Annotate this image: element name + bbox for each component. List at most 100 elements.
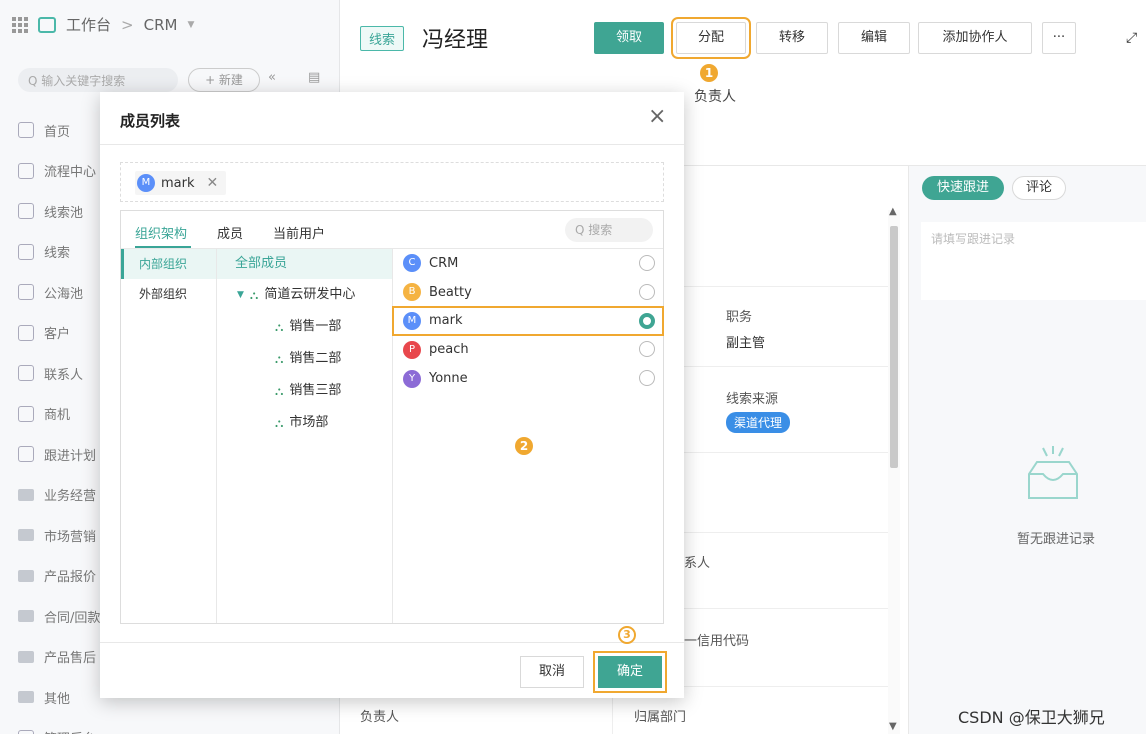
sidebar-item[interactable]: 流程中心 bbox=[18, 151, 102, 192]
active-tab-indicator bbox=[135, 246, 191, 248]
tab-icon[interactable]: ▤ bbox=[308, 70, 320, 85]
sidebar-item-label: 联系人 bbox=[44, 367, 84, 383]
transfer-button[interactable]: 转移 bbox=[756, 22, 828, 54]
tree-node[interactable]: ⛬ 销售二部 bbox=[217, 343, 392, 375]
folder-icon bbox=[18, 650, 34, 663]
position-value: 副主管 bbox=[726, 336, 766, 351]
assign-button[interactable]: 分配 bbox=[671, 17, 751, 59]
sidebar-item-label: 市场营销 bbox=[44, 529, 97, 545]
tree-node[interactable]: ⛬ 市场部 bbox=[217, 407, 392, 439]
sidebar-item[interactable]: 线索池 bbox=[18, 191, 102, 232]
record-title: 冯经理 bbox=[422, 28, 489, 53]
more-button[interactable]: ··· bbox=[1042, 22, 1076, 54]
workspace-label[interactable]: 工作台 bbox=[66, 14, 111, 35]
sidebar-item[interactable]: 业务经营 bbox=[18, 475, 102, 516]
picker-tabs: 组织架构 成员 当前用户 Q 搜索 bbox=[121, 211, 663, 249]
member-row[interactable]: Y Yonne bbox=[393, 364, 663, 393]
avatar: B bbox=[403, 283, 421, 302]
sidebar-item-label: 产品售后 bbox=[44, 651, 97, 667]
tab-members[interactable]: 成员 bbox=[217, 223, 243, 242]
edit-button[interactable]: 编辑 bbox=[838, 22, 910, 54]
cancel-button[interactable]: 取消 bbox=[520, 656, 584, 688]
sidebar-item-label: 首页 bbox=[44, 124, 71, 140]
sidebar-item[interactable]: 客户 bbox=[18, 313, 102, 354]
credit-code-label: 一信用代码 bbox=[684, 634, 750, 649]
member-radio[interactable] bbox=[639, 341, 655, 358]
workspace-breadcrumb: 工作台 > CRM ▼ bbox=[12, 14, 194, 35]
sidebar-item[interactable]: 联系人 bbox=[18, 353, 102, 394]
close-icon[interactable]: × bbox=[648, 106, 666, 128]
scroll-up-icon[interactable]: ▲ bbox=[889, 206, 897, 217]
remove-chip-icon[interactable]: ✕ bbox=[207, 175, 219, 191]
sidebar-item-label: 业务经营 bbox=[44, 489, 97, 505]
sidebar-item-label: 线索 bbox=[44, 246, 71, 262]
member-row[interactable]: Mmark bbox=[392, 305, 664, 337]
member-row[interactable]: C CRM bbox=[393, 249, 663, 278]
all-members-item[interactable]: 全部成员 bbox=[217, 249, 392, 279]
member-radio[interactable] bbox=[639, 283, 655, 300]
chevron-down-icon[interactable]: ▼ bbox=[187, 20, 194, 30]
empty-state-text: 暂无跟进记录 bbox=[1017, 532, 1096, 547]
sidebar-item-label: 公海池 bbox=[44, 286, 84, 302]
source-label: 线索来源 bbox=[726, 392, 779, 407]
tree-root[interactable]: ▼ ⛬ 简道云研发中心 bbox=[217, 279, 392, 311]
sidebar-item[interactable]: 管理后台 bbox=[18, 718, 102, 734]
member-row[interactable]: B Beatty bbox=[393, 278, 663, 307]
sidebar-item-label: 管理后台 bbox=[44, 728, 96, 734]
sidebar-item[interactable]: 线索 bbox=[18, 232, 102, 273]
confirm-button[interactable]: 确定 bbox=[593, 651, 667, 693]
tree-node[interactable]: ⛬ 销售一部 bbox=[217, 311, 392, 343]
org-type-internal[interactable]: 内部组织 bbox=[121, 249, 216, 279]
avatar: M bbox=[403, 311, 421, 330]
folder-icon bbox=[18, 488, 34, 501]
member-name: Beatty bbox=[429, 284, 472, 300]
module-label[interactable]: CRM bbox=[144, 16, 178, 34]
avatar: M bbox=[137, 174, 155, 192]
expand-icon[interactable]: ⤢ bbox=[1126, 30, 1137, 46]
detail-scrollbar[interactable]: ▲ ▼ bbox=[888, 206, 900, 734]
sidebar-item[interactable]: 跟进计划 bbox=[18, 434, 102, 475]
collapse-sidebar-icon[interactable]: « bbox=[268, 70, 276, 85]
org-icon: ⛬ bbox=[275, 384, 284, 398]
sidebar-item-label: 产品报价 bbox=[44, 570, 97, 586]
tree-node[interactable]: ⛬ 销售三部 bbox=[217, 375, 392, 407]
sidebar-search-input[interactable]: Q 输入关键字搜索 bbox=[18, 68, 178, 92]
claim-button[interactable]: 领取 bbox=[594, 22, 664, 54]
sidebar-item[interactable]: 商机 bbox=[18, 394, 102, 435]
member-radio[interactable] bbox=[639, 255, 655, 271]
department-label: 归属部门 bbox=[634, 710, 687, 725]
follow-up-input[interactable]: 请填写跟进记录 bbox=[921, 222, 1146, 300]
caret-down-icon[interactable]: ▼ bbox=[237, 279, 244, 311]
tab-quick-follow-up[interactable]: 快速跟进 bbox=[922, 176, 1004, 200]
member-search-input[interactable]: Q 搜索 bbox=[565, 218, 653, 242]
chip-label: mark bbox=[161, 175, 195, 191]
scroll-thumb[interactable] bbox=[890, 226, 898, 468]
tab-comment[interactable]: 评论 bbox=[1012, 176, 1066, 200]
scroll-down-icon[interactable]: ▼ bbox=[889, 721, 897, 732]
flow-icon bbox=[18, 162, 34, 179]
sidebar-item[interactable]: 市场营销 bbox=[18, 515, 102, 556]
member-radio[interactable] bbox=[639, 370, 655, 387]
member-radio[interactable] bbox=[639, 312, 655, 329]
sidebar-item[interactable]: 首页 bbox=[18, 110, 102, 151]
tree-node-label: 销售二部 bbox=[289, 351, 342, 366]
sidebar-item-label: 其他 bbox=[44, 691, 71, 707]
sidebar-item[interactable]: 产品售后 bbox=[18, 637, 102, 678]
sidebar-item[interactable]: 其他 bbox=[18, 677, 102, 718]
tree-node-label: 销售一部 bbox=[289, 319, 342, 334]
apps-grid-icon[interactable] bbox=[12, 16, 28, 33]
org-icon: ⛬ bbox=[275, 352, 284, 366]
sidebar-item-label: 合同/回款 bbox=[44, 610, 101, 626]
member-row[interactable]: Ppeach bbox=[393, 335, 663, 364]
org-type-external[interactable]: 外部组织 bbox=[121, 279, 216, 309]
sidebar-item[interactable]: 产品报价 bbox=[18, 556, 102, 597]
new-button[interactable]: + 新建 bbox=[188, 68, 260, 92]
tab-current-user[interactable]: 当前用户 bbox=[273, 223, 325, 242]
sidebar-item[interactable]: 公海池 bbox=[18, 272, 102, 313]
sidebar-item[interactable]: 合同/回款 bbox=[18, 596, 102, 637]
owner-label: 负责人 bbox=[694, 89, 736, 105]
tab-org-structure[interactable]: 组织架构 bbox=[135, 223, 187, 242]
add-collaborator-button[interactable]: 添加协作人 bbox=[918, 22, 1032, 54]
folder-icon bbox=[18, 569, 34, 582]
org-icon: ⛬ bbox=[249, 288, 259, 302]
